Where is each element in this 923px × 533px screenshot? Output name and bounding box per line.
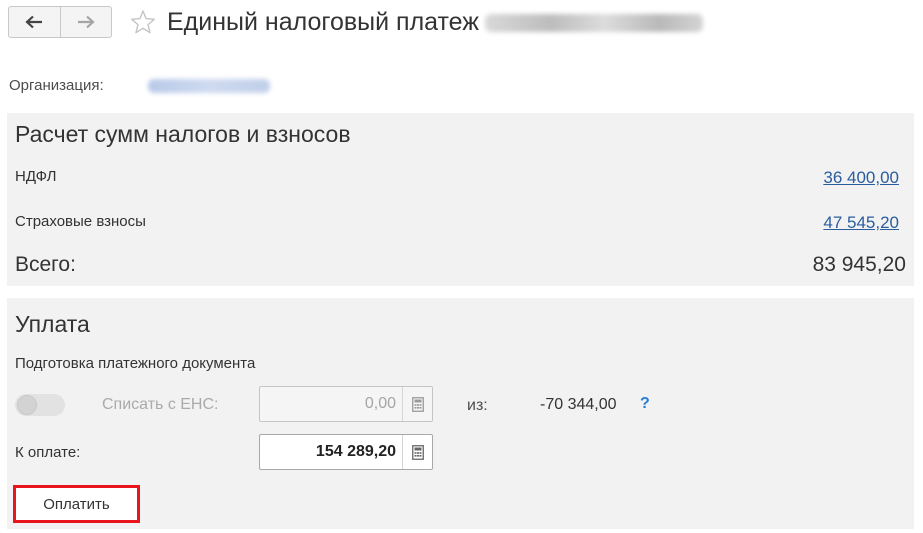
help-icon[interactable]: ? <box>640 395 650 413</box>
ens-amount-field[interactable]: 0,00 <box>259 386 433 422</box>
ens-toggle-knob <box>17 395 37 415</box>
ens-toggle[interactable] <box>15 394 65 416</box>
calculation-panel: Расчет сумм налогов и взносов НДФЛ 36 40… <box>7 113 914 286</box>
arrow-right-icon <box>77 15 95 29</box>
calculator-button[interactable] <box>402 435 432 469</box>
star-icon[interactable] <box>130 9 156 35</box>
ndfl-amount-link[interactable]: 36 400,00 <box>823 168 899 188</box>
calculation-title: Расчет сумм налогов и взносов <box>15 121 351 147</box>
arrow-left-icon <box>25 15 43 29</box>
organization-link-redacted[interactable] <box>148 79 270 93</box>
insurance-contributions-amount-link[interactable]: 47 545,20 <box>823 213 899 233</box>
navigation-buttons <box>8 6 112 38</box>
payment-title: Уплата <box>15 311 90 337</box>
calculator-icon <box>411 396 424 412</box>
organization-label: Организация: <box>9 77 104 94</box>
forward-button[interactable] <box>59 7 112 37</box>
payment-panel: Уплата Подготовка платежного документа С… <box>7 298 914 529</box>
back-button[interactable] <box>9 7 60 37</box>
page-title: Единый налоговый платеж <box>167 8 704 37</box>
from-label: из: <box>467 397 488 414</box>
to-pay-amount-field[interactable]: 154 289,20 <box>259 434 433 470</box>
payment-subtitle: Подготовка платежного документа <box>15 355 256 372</box>
to-pay-label: К оплате: <box>15 444 81 461</box>
total-value: 83 945,20 <box>812 253 906 276</box>
calculator-button[interactable] <box>402 387 432 421</box>
page-title-text: Единый налоговый платеж <box>167 8 480 36</box>
pay-button[interactable]: Оплатить <box>13 485 140 523</box>
insurance-contributions-label: Страховые взносы <box>15 213 146 230</box>
ens-toggle-label: Списать с ЕНС: <box>102 396 219 413</box>
to-pay-amount-value: 154 289,20 <box>315 443 396 460</box>
ens-balance-value: -70 344,00 <box>540 396 617 413</box>
ens-amount-value: 0,00 <box>364 395 396 412</box>
ndfl-label: НДФЛ <box>15 168 57 185</box>
calculator-icon <box>411 444 424 460</box>
redacted-period <box>485 14 704 33</box>
total-label: Всего: <box>15 253 76 276</box>
